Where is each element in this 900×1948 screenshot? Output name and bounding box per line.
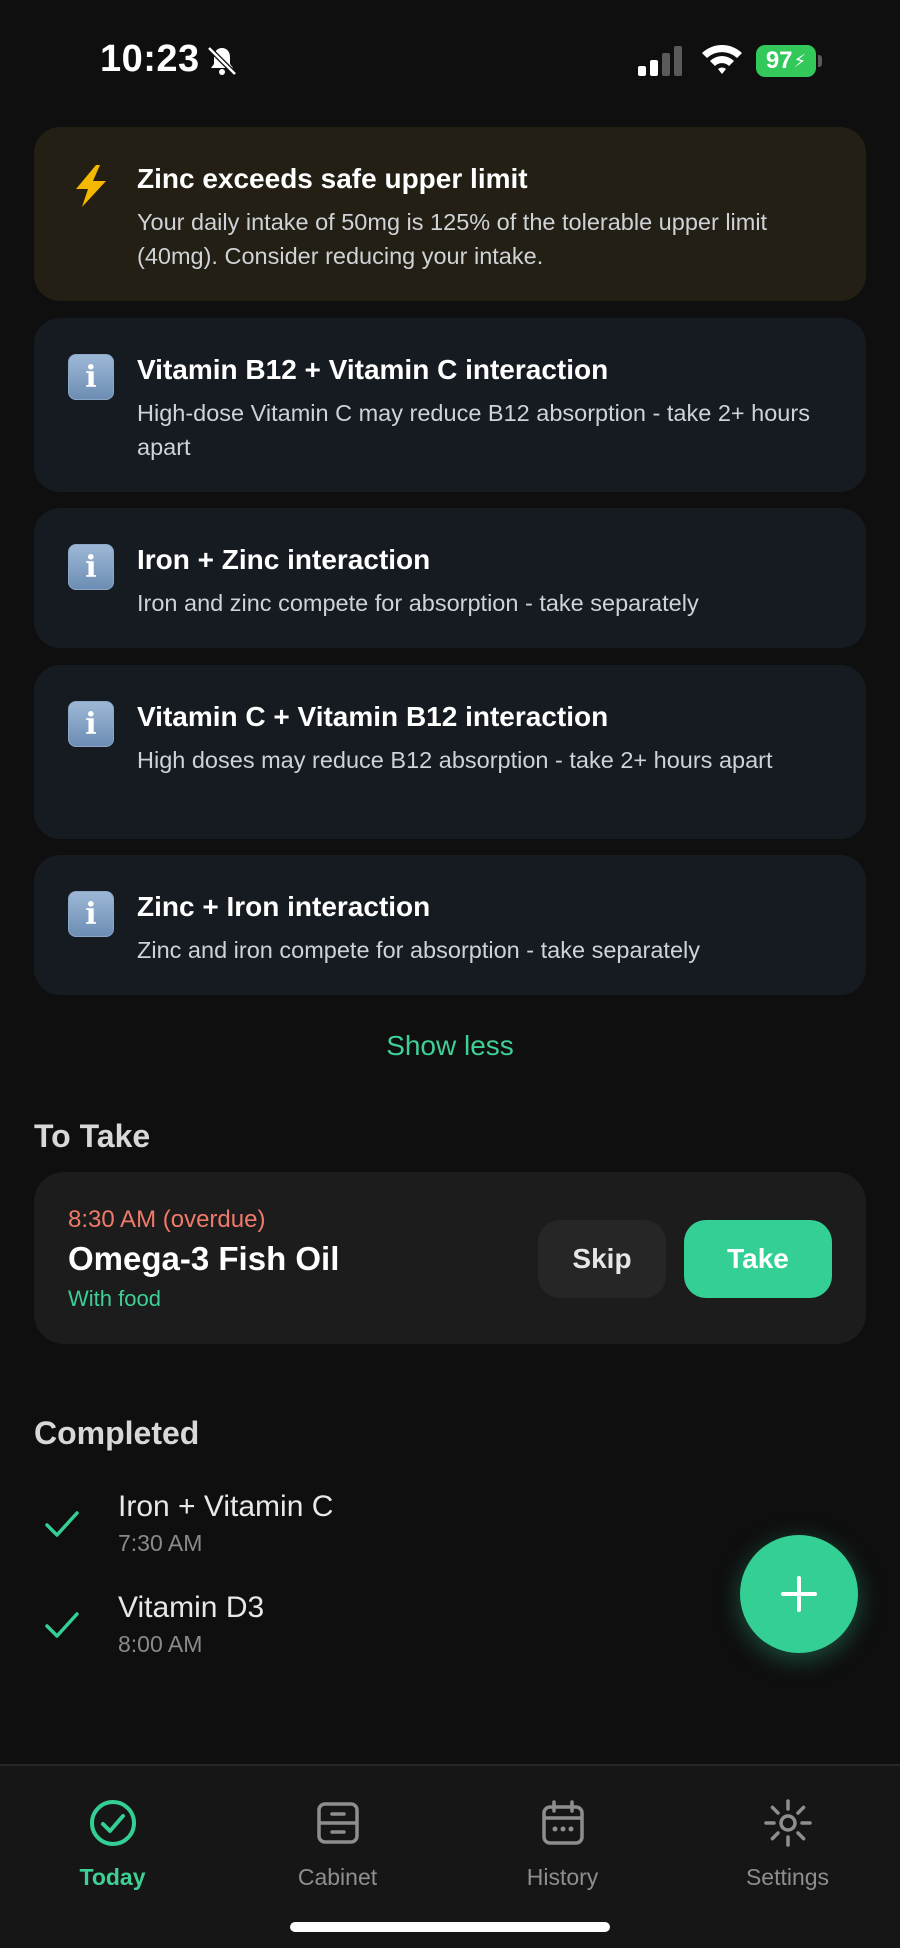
alert-title: Zinc exceeds safe upper limit (137, 163, 528, 194)
alert-title: Iron + Zinc interaction (137, 544, 431, 575)
alert-title: Zinc + Iron interaction (137, 891, 431, 922)
tab-label: History (526, 1864, 599, 1890)
alert-body: High-dose Vitamin C may reduce B12 absor… (137, 400, 810, 460)
plus-icon (781, 1576, 817, 1612)
alert-body: High doses may reduce B12 absorption - t… (137, 747, 773, 773)
completed-item[interactable]: Vitamin D3 8:00 AM (34, 1591, 634, 1671)
lightning-icon (76, 165, 106, 207)
add-button[interactable] (740, 1535, 858, 1653)
to-take-heading: To Take (34, 1118, 151, 1154)
alert-body: Iron and zinc compete for absorption - t… (137, 590, 699, 616)
status-bar: 10:23 97 ⚡ (0, 0, 900, 110)
completed-item-time: 7:30 AM (118, 1530, 203, 1556)
tab-today[interactable]: Today (0, 1766, 225, 1906)
bell-slash-icon (207, 46, 237, 76)
alert-title: Vitamin C + Vitamin B12 interaction (137, 701, 609, 732)
checkmark-icon (45, 1511, 79, 1537)
dose-card: 8:30 AM (overdue) Omega-3 Fish Oil With … (34, 1172, 866, 1344)
calendar-icon (542, 1800, 584, 1845)
tab-label: Cabinet (297, 1864, 378, 1890)
alert-card-b12-vitc[interactable]: i Vitamin B12 + Vitamin C interaction Hi… (34, 318, 866, 492)
alert-card-zinc-limit[interactable]: Zinc exceeds safe upper limit Your daily… (34, 127, 866, 301)
cellular-signal-icon (638, 46, 682, 76)
tab-history[interactable]: History (450, 1766, 675, 1906)
info-icon: i (68, 891, 114, 937)
completed-item[interactable]: Iron + Vitamin C 7:30 AM (34, 1490, 634, 1570)
tab-settings[interactable]: Settings (675, 1766, 900, 1906)
dose-time: 8:30 AM (overdue) (68, 1206, 266, 1233)
completed-item-name: Vitamin D3 (118, 1591, 265, 1624)
battery-charging-icon: 97 ⚡ (756, 45, 816, 77)
gear-icon (764, 1799, 812, 1847)
checkmark-icon (45, 1612, 79, 1638)
tab-label: Settings (745, 1864, 830, 1890)
skip-button[interactable]: Skip (538, 1220, 666, 1298)
battery-cap (818, 55, 822, 67)
alert-card-zinc-iron[interactable]: i Zinc + Iron interaction Zinc and iron … (34, 855, 866, 995)
dose-note: With food (68, 1286, 161, 1311)
battery-level: 97 (765, 47, 793, 74)
show-less-button[interactable]: Show less (0, 1030, 900, 1062)
completed-item-name: Iron + Vitamin C (118, 1490, 334, 1523)
alert-title: Vitamin B12 + Vitamin C interaction (137, 354, 609, 385)
completed-item-time: 8:00 AM (118, 1631, 203, 1657)
status-time: 10:23 (100, 38, 200, 80)
alert-body: Your daily intake of 50mg is 125% of the… (137, 209, 768, 269)
completed-heading: Completed (34, 1415, 200, 1451)
wifi-icon (702, 45, 742, 74)
info-icon: i (68, 544, 114, 590)
tab-bar: Today Cabinet History Settings (0, 1764, 900, 1948)
charging-bolt-icon: ⚡ (793, 50, 807, 71)
info-icon: i (68, 354, 114, 400)
check-circle-icon (90, 1800, 136, 1846)
cabinet-icon (317, 1802, 359, 1844)
take-button[interactable]: Take (684, 1220, 832, 1298)
alert-body: Zinc and iron compete for absorption - t… (137, 937, 700, 963)
alert-card-vitc-b12[interactable]: i Vitamin C + Vitamin B12 interaction Hi… (34, 665, 866, 839)
tab-cabinet[interactable]: Cabinet (225, 1766, 450, 1906)
medication-name: Omega-3 Fish Oil (68, 1240, 340, 1277)
info-icon: i (68, 701, 114, 747)
tab-label: Today (79, 1864, 146, 1890)
alert-card-iron-zinc[interactable]: i Iron + Zinc interaction Iron and zinc … (34, 508, 866, 648)
home-indicator (290, 1922, 610, 1932)
